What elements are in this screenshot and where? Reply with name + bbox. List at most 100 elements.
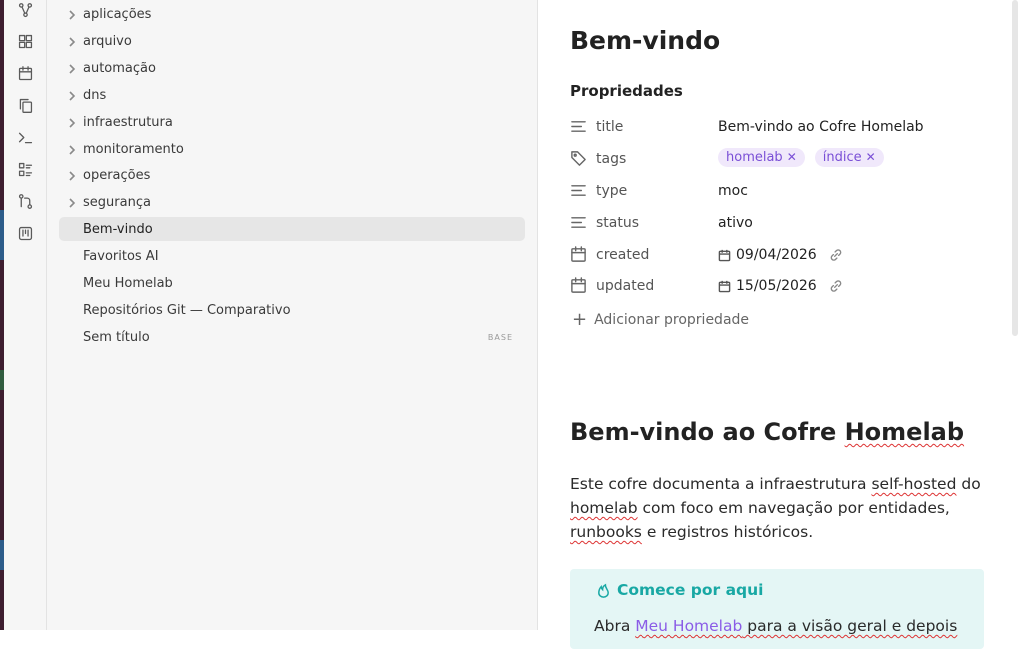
date-value: 15/05/2026 xyxy=(736,278,817,294)
internal-link[interactable]: Meu Homelab xyxy=(635,617,742,635)
add-property-label: Adicionar propriedade xyxy=(594,312,750,328)
paragraph-text-misspelled: self-hosted xyxy=(871,475,957,493)
scrollbar[interactable] xyxy=(1012,0,1018,336)
callout-text: Abra Meu Homelab para a visão geral e de… xyxy=(594,617,957,635)
file-label: Favoritos AI xyxy=(83,248,159,264)
tag-pill[interactable]: homelab ✕ xyxy=(718,148,805,167)
file-sem-titulo[interactable]: Sem título BASE xyxy=(59,325,525,349)
folder-label: aplicações xyxy=(83,6,152,22)
file-explorer: aplicações arquivo automação dns infraes… xyxy=(47,0,538,630)
property-name[interactable]: status xyxy=(596,215,639,231)
callout-text-part: para a visão geral e depois xyxy=(742,617,958,635)
folder-arquivo[interactable]: arquivo xyxy=(59,29,525,53)
property-value: 15/05/2026 xyxy=(718,278,843,297)
property-created: created 09/04/2026 xyxy=(570,240,1000,270)
git-icon[interactable] xyxy=(15,191,35,211)
folder-label: operações xyxy=(83,167,151,183)
folder-infraestrutura[interactable]: infraestrutura xyxy=(59,110,525,134)
property-name[interactable]: updated xyxy=(596,278,654,294)
calendar-icon xyxy=(718,249,731,261)
text-lines-icon xyxy=(570,118,588,136)
graph-icon[interactable] xyxy=(15,0,35,20)
calendar-icon xyxy=(570,246,588,264)
add-property-button[interactable]: + Adicionar propriedade xyxy=(572,311,749,329)
property-value[interactable]: ativo xyxy=(718,215,753,231)
property-title: title Bem-vindo ao Cofre Homelab xyxy=(570,112,1000,142)
property-tags: tags homelab ✕ índice ✕ xyxy=(570,144,1000,174)
folder-operacoes[interactable]: operações xyxy=(59,163,525,187)
kanban-icon[interactable] xyxy=(15,223,35,243)
folder-label: monitoramento xyxy=(83,141,184,157)
property-name[interactable]: type xyxy=(596,183,627,199)
note-view: Bem-vindo Propriedades title Bem-vindo a… xyxy=(538,0,1020,649)
link-icon[interactable] xyxy=(829,279,843,297)
callout-text-part: Abra xyxy=(594,617,636,635)
content-heading[interactable]: Bem-vindo ao Cofre Homelab xyxy=(570,418,964,446)
file-label: Meu Homelab xyxy=(83,275,173,291)
date-value: 09/04/2026 xyxy=(736,247,817,263)
folder-automacao[interactable]: automação xyxy=(59,56,525,80)
heading-text-misspelled: Homelab xyxy=(844,418,965,446)
folder-label: segurança xyxy=(83,194,151,210)
list-icon[interactable] xyxy=(15,159,35,179)
remove-tag-icon[interactable]: ✕ xyxy=(787,150,797,164)
tag-icon xyxy=(570,150,588,168)
property-status: status ativo xyxy=(570,208,1000,238)
chevron-right-icon xyxy=(67,117,77,128)
paragraph-text: do xyxy=(956,475,981,493)
folder-label: arquivo xyxy=(83,33,132,49)
ribbon xyxy=(4,0,47,630)
property-name[interactable]: tags xyxy=(596,151,626,167)
callout-title-text: Comece por aqui xyxy=(617,581,764,599)
copy-icon[interactable] xyxy=(15,95,35,115)
heading-text: Bem-vindo ao Cofre xyxy=(570,418,845,446)
chevron-right-icon xyxy=(67,197,77,208)
property-value: homelab ✕ índice ✕ xyxy=(718,148,894,167)
calendar-icon[interactable] xyxy=(15,63,35,83)
file-label: Bem-vindo xyxy=(83,221,153,237)
property-value: 09/04/2026 xyxy=(718,247,843,266)
calendar-icon xyxy=(570,277,588,295)
calendar-icon xyxy=(718,280,731,292)
remove-tag-icon[interactable]: ✕ xyxy=(866,150,876,164)
intro-paragraph[interactable]: Este cofre documenta a infraestrutura se… xyxy=(570,472,990,544)
tag-label: homelab xyxy=(726,150,783,165)
text-lines-icon xyxy=(570,182,588,200)
link-icon[interactable] xyxy=(829,248,843,266)
file-label: Sem título xyxy=(83,329,150,345)
chevron-right-icon xyxy=(67,36,77,47)
file-bem-vindo[interactable]: Bem-vindo xyxy=(59,217,525,241)
properties-heading[interactable]: Propriedades xyxy=(570,82,683,100)
tag-pill[interactable]: índice ✕ xyxy=(814,148,884,167)
folder-aplicacoes[interactable]: aplicações xyxy=(59,2,525,26)
file-repositorios-git[interactable]: Repositórios Git — Comparativo xyxy=(59,298,525,322)
property-value[interactable]: moc xyxy=(718,183,748,199)
paragraph-text-misspelled: homelab xyxy=(570,499,638,517)
note-title[interactable]: Bem-vindo xyxy=(570,26,720,55)
tag-label: índice xyxy=(822,150,862,165)
property-name[interactable]: title xyxy=(596,119,623,135)
callout-box[interactable]: Comece por aqui Abra Meu Homelab para a … xyxy=(570,569,984,649)
property-type: type moc xyxy=(570,176,1000,206)
flame-icon xyxy=(598,583,609,598)
plus-icon: + xyxy=(572,309,588,330)
folder-monitoramento[interactable]: monitoramento xyxy=(59,137,525,161)
chevron-right-icon xyxy=(67,90,77,101)
folder-label: automação xyxy=(83,60,156,76)
paragraph-text-misspelled: runbooks xyxy=(570,523,642,541)
date-field[interactable]: 15/05/2026 xyxy=(718,278,817,294)
chevron-right-icon xyxy=(67,170,77,181)
file-favoritos-ai[interactable]: Favoritos AI xyxy=(59,244,525,268)
folder-label: infraestrutura xyxy=(83,114,173,130)
terminal-icon[interactable] xyxy=(15,127,35,147)
date-field[interactable]: 09/04/2026 xyxy=(718,247,817,263)
folder-dns[interactable]: dns xyxy=(59,83,525,107)
file-label: Repositórios Git — Comparativo xyxy=(83,302,291,318)
folder-seguranca[interactable]: segurança xyxy=(59,190,525,214)
property-name[interactable]: created xyxy=(596,247,649,263)
file-meu-homelab[interactable]: Meu Homelab xyxy=(59,271,525,295)
blocks-icon[interactable] xyxy=(15,31,35,51)
property-updated: updated 15/05/2026 xyxy=(570,271,1000,301)
property-value[interactable]: Bem-vindo ao Cofre Homelab xyxy=(718,119,924,135)
folder-label: dns xyxy=(83,87,107,103)
